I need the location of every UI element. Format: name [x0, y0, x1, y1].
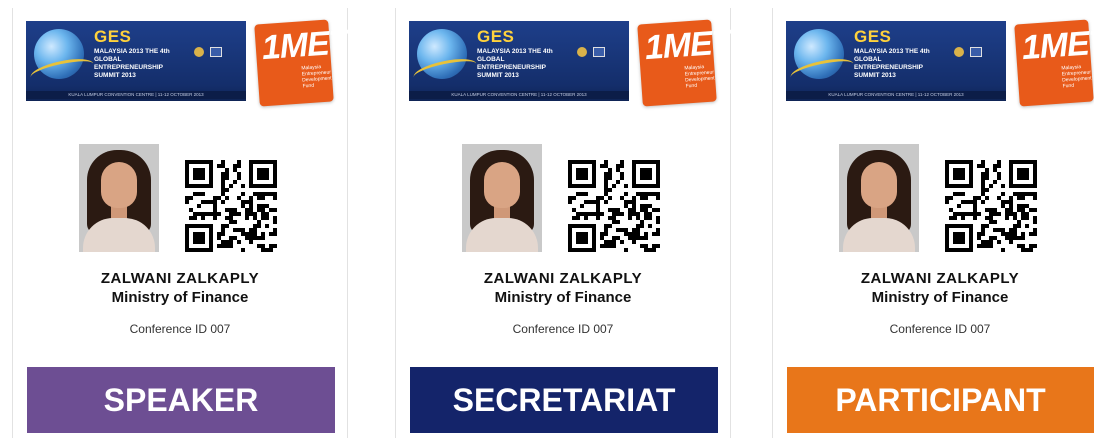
imet-logo-small: Malaysia Entrepreneur Development Fund [301, 64, 332, 90]
imet-logo: 1MET Malaysia Entrepreneur Development F… [1014, 19, 1094, 107]
ges-logo-subtitle: MALAYSIA 2013 THE 4th GLOBAL ENTREPRENEU… [94, 48, 170, 79]
ges-banner-logo: GES MALAYSIA 2013 THE 4th GLOBAL ENTREPR… [786, 21, 1006, 101]
ges-logo-title: GES [477, 27, 515, 46]
imet-logo-text: 1MET [260, 23, 350, 68]
qr-code [185, 160, 277, 252]
attendee-organization: Ministry of Finance [111, 289, 249, 306]
ges-logo-subtitle: MALAYSIA 2013 THE 4th GLOBAL ENTREPRENEU… [477, 48, 553, 79]
attendee-photo [79, 144, 159, 252]
imet-logo: 1MET Malaysia Entrepreneur Development F… [254, 19, 350, 107]
qr-code [568, 160, 660, 252]
attendee-name: ZALWANI ZALKAPLY [100, 270, 260, 287]
attendee-photo [839, 144, 919, 252]
attendee-name: ZALWANI ZALKAPLY [483, 270, 643, 287]
seal-icon [577, 47, 587, 57]
attendee-photo [462, 144, 542, 252]
seal-icon [954, 47, 964, 57]
role-banner-secretariat: SECRETARIAT [410, 367, 718, 433]
ges-logo-footer: KUALA LUMPUR CONVENTION CENTRE | 11-12 O… [786, 91, 1006, 99]
ges-logo-footer: KUALA LUMPUR CONVENTION CENTRE | 11-12 O… [409, 91, 629, 99]
role-banner-speaker: SPEAKER [27, 367, 335, 433]
ges-logo-subtitle: MALAYSIA 2013 THE 4th GLOBAL ENTREPRENEU… [854, 48, 930, 79]
flag-icon [210, 47, 222, 57]
attendee-organization: Ministry of Finance [494, 289, 632, 306]
imet-logo-text: 1MET [643, 23, 733, 68]
attendee-organization: Ministry of Finance [871, 289, 1009, 306]
ges-logo-footer: KUALA LUMPUR CONVENTION CENTRE | 11-12 O… [26, 91, 246, 99]
badge-participant: GES MALAYSIA 2013 THE 4th GLOBAL ENTREPR… [772, 8, 1094, 438]
ges-banner-logo: GES MALAYSIA 2013 THE 4th GLOBAL ENTREPR… [409, 21, 629, 101]
badge-speaker: GES MALAYSIA 2013 THE 4th GLOBAL ENTREPR… [12, 8, 350, 438]
imet-logo-small: Malaysia Entrepreneur Development Fund [1061, 64, 1092, 90]
flag-icon [593, 47, 605, 57]
conference-id: Conference ID 007 [129, 322, 231, 336]
imet-logo-text: 1MET [1020, 23, 1094, 68]
role-banner-participant: PARTICIPANT [787, 367, 1094, 433]
imet-logo: 1MET Malaysia Entrepreneur Development F… [637, 19, 733, 107]
flag-icon [970, 47, 982, 57]
qr-code [945, 160, 1037, 252]
ges-logo-title: GES [94, 27, 132, 46]
ges-banner-logo: GES MALAYSIA 2013 THE 4th GLOBAL ENTREPR… [26, 21, 246, 101]
badge-secretariat: GES MALAYSIA 2013 THE 4th GLOBAL ENTREPR… [395, 8, 733, 438]
ges-logo-title: GES [854, 27, 892, 46]
attendee-name: ZALWANI ZALKAPLY [860, 270, 1020, 287]
seal-icon [194, 47, 204, 57]
conference-id: Conference ID 007 [889, 322, 991, 336]
conference-id: Conference ID 007 [512, 322, 614, 336]
imet-logo-small: Malaysia Entrepreneur Development Fund [684, 64, 715, 90]
